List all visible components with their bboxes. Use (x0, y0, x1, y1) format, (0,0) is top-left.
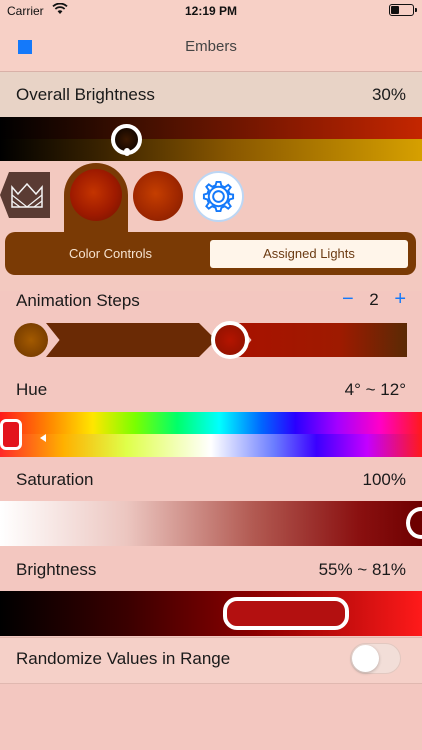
randomize-label: Randomize Values in Range (16, 649, 231, 668)
animation-steps-stepper: − 2 + (342, 288, 406, 311)
color-swatch-1[interactable] (70, 169, 122, 221)
minus-button[interactable]: − (342, 288, 354, 311)
color-swatch-2[interactable] (133, 171, 183, 221)
status-time: 12:19 PM (184, 4, 238, 18)
battery-icon (389, 4, 417, 16)
randomize-toggle[interactable] (350, 643, 401, 674)
animation-steps-track (14, 321, 407, 359)
tab-color-controls[interactable]: Color Controls (13, 240, 208, 268)
page-title: Embers (185, 38, 237, 55)
gear-icon (202, 180, 235, 213)
mode-segmented-control: Color Controls Assigned Lights (5, 232, 416, 275)
background-fill (0, 685, 422, 750)
nav-bar: Embers (0, 22, 422, 72)
hue-spectrum-bottom[interactable] (0, 434, 422, 457)
animation-steps-count: 2 (369, 289, 379, 309)
hue-label: Hue (16, 380, 48, 399)
hue-marker-icon (40, 434, 46, 442)
hue-range-handle[interactable] (0, 419, 22, 450)
saturation-value: 100% (362, 470, 406, 489)
brightness-label: Brightness (16, 560, 97, 579)
overall-brightness-value: 30% (371, 85, 406, 104)
overall-brightness-row: Overall Brightness 30% (0, 72, 422, 117)
step-segment-2[interactable] (238, 323, 407, 357)
tab-assigned-lights[interactable]: Assigned Lights (210, 240, 408, 268)
step-segment-1[interactable] (46, 323, 216, 357)
overall-brightness-slider-track-top[interactable] (0, 117, 422, 139)
animation-steps-label: Animation Steps (16, 291, 140, 310)
hue-spectrum-top[interactable] (0, 412, 422, 434)
brightness-slider-track[interactable] (0, 591, 422, 636)
settings-button[interactable] (193, 171, 244, 222)
brightness-value: 55% ~ 81% (318, 560, 406, 579)
saturation-slider-track[interactable] (0, 501, 422, 546)
toggle-knob (352, 645, 379, 672)
status-bar: Carrier 12:19 PM (0, 0, 422, 22)
step-node-2-selected[interactable] (211, 321, 249, 359)
brightness-range-handle[interactable] (223, 597, 349, 630)
overall-brightness-slider-handle[interactable] (111, 124, 142, 156)
saturation-label: Saturation (16, 470, 94, 489)
plus-button[interactable]: + (394, 288, 406, 311)
overall-brightness-slider-track-bottom[interactable] (0, 139, 422, 161)
overall-brightness-label: Overall Brightness (16, 85, 155, 104)
crown-pattern-icon[interactable] (0, 172, 50, 218)
step-node-1[interactable] (14, 323, 48, 357)
hue-value: 4° ~ 12° (344, 380, 406, 399)
